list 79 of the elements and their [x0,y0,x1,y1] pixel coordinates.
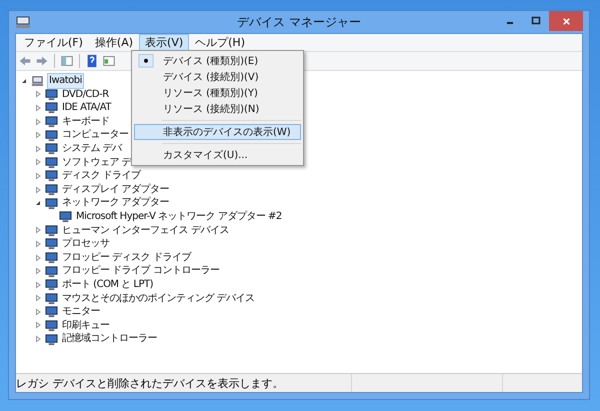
expand-arrow-icon[interactable] [34,240,42,248]
forward-arrow-icon[interactable] [35,54,49,68]
menu-option[interactable]: 非表示のデバイスの表示(W) [134,124,301,140]
tree-item[interactable]: コンピューター [61,128,130,142]
expand-arrow-icon[interactable] [34,131,42,140]
tree-item[interactable]: フロッピー ディスク ドライブ [61,250,192,264]
tree-item[interactable]: プロセッサ [61,237,110,251]
tree-item[interactable]: キーボード [61,114,110,128]
expand-arrow-icon[interactable] [34,267,42,276]
device-icon [45,278,58,292]
menu-option[interactable]: リソース (種類別)(Y) [134,85,301,101]
menu-option[interactable]: カスタマイズ(U)... [134,147,301,163]
expand-arrow-icon[interactable] [34,226,42,234]
device-icon [45,142,58,156]
device-icon [45,101,58,114]
menu-option[interactable]: デバイス (接続別)(V) [134,69,301,85]
device-icon [45,183,58,196]
device-icon [45,237,58,250]
tree-item[interactable]: ネットワーク アダプター [61,196,170,210]
device-icon [45,224,58,237]
tree-item[interactable]: Microsoft Hyper-V ネットワーク アダプター #2 [75,210,283,224]
menu-item[interactable]: ヘルプ(H) [189,34,251,51]
expand-arrow-icon[interactable] [34,280,42,289]
expand-arrow-icon[interactable] [34,104,42,112]
maximize-icon [531,16,541,26]
device-icon [45,196,58,210]
panel-icon[interactable] [102,54,116,68]
expand-arrow-icon[interactable] [34,144,42,153]
device-icon [45,264,58,278]
menu-item[interactable]: 操作(A) [88,34,140,51]
device-icon [45,318,58,332]
tree-item[interactable]: ソフトウェア デ [61,156,132,170]
close-button[interactable] [549,11,583,31]
collapse-arrow-icon[interactable] [20,76,28,85]
device-icon [45,292,58,305]
menu-item[interactable]: 表示(V) [139,34,190,51]
device-icon [45,115,58,128]
device-icon [59,210,72,224]
tree-item[interactable]: ポート (COM と LPT) [61,278,154,292]
expand-arrow-icon[interactable] [34,90,42,98]
tree-item[interactable]: IDE ATA/AT [61,101,112,115]
expand-arrow-icon[interactable] [34,118,42,126]
tree-item[interactable]: ディスプレイ アダプター [61,182,170,196]
expand-arrow-icon[interactable] [34,321,42,330]
status-text: レガシ デバイスと削除されたデバイスを表示します。 [16,374,352,392]
tree-item[interactable]: DVD/CD-R [61,88,110,102]
expand-arrow-icon[interactable] [34,254,42,262]
menu-option[interactable]: リソース (接続別)(N) [134,101,301,117]
back-arrow-icon[interactable] [18,54,32,68]
collapse-arrow-icon[interactable] [34,199,42,208]
tree-item[interactable]: マウスとそのほかのポインティング デバイス [61,292,256,306]
device-icon [45,251,58,264]
expand-arrow-icon[interactable] [34,172,42,180]
expand-arrow-icon[interactable] [34,186,42,194]
tree-item[interactable]: システム デバ [61,142,123,156]
window-title: デバイス マネージャー [236,14,362,30]
tree-item[interactable]: ディスク ドライブ [61,169,142,183]
device-icon [45,128,58,142]
tree-item[interactable]: モニター [61,305,101,319]
tree-item[interactable]: Iwatobi [47,73,84,89]
device-icon [45,332,58,346]
device-icon [45,169,58,182]
tree-item[interactable]: 印刷キュー [61,318,110,332]
device-icon [45,156,58,169]
computer-icon [15,14,31,30]
tree-item[interactable]: フロッピー ドライブ コントローラー [61,264,220,278]
panel-icon[interactable] [60,54,74,68]
computer-icon [31,74,44,88]
help-icon[interactable] [85,54,99,68]
close-icon [562,16,570,26]
expand-arrow-icon[interactable] [34,335,42,344]
expand-arrow-icon[interactable] [34,294,42,302]
expand-arrow-icon[interactable] [34,158,42,166]
tree-item[interactable]: ヒューマン インターフェイス デバイス [61,224,230,238]
menu-item[interactable]: ファイル(F) [18,34,89,51]
device-icon [45,305,58,318]
expand-arrow-icon[interactable] [34,308,42,316]
tree-item[interactable]: 記憶域コントローラー [61,332,158,346]
device-icon [45,88,58,101]
